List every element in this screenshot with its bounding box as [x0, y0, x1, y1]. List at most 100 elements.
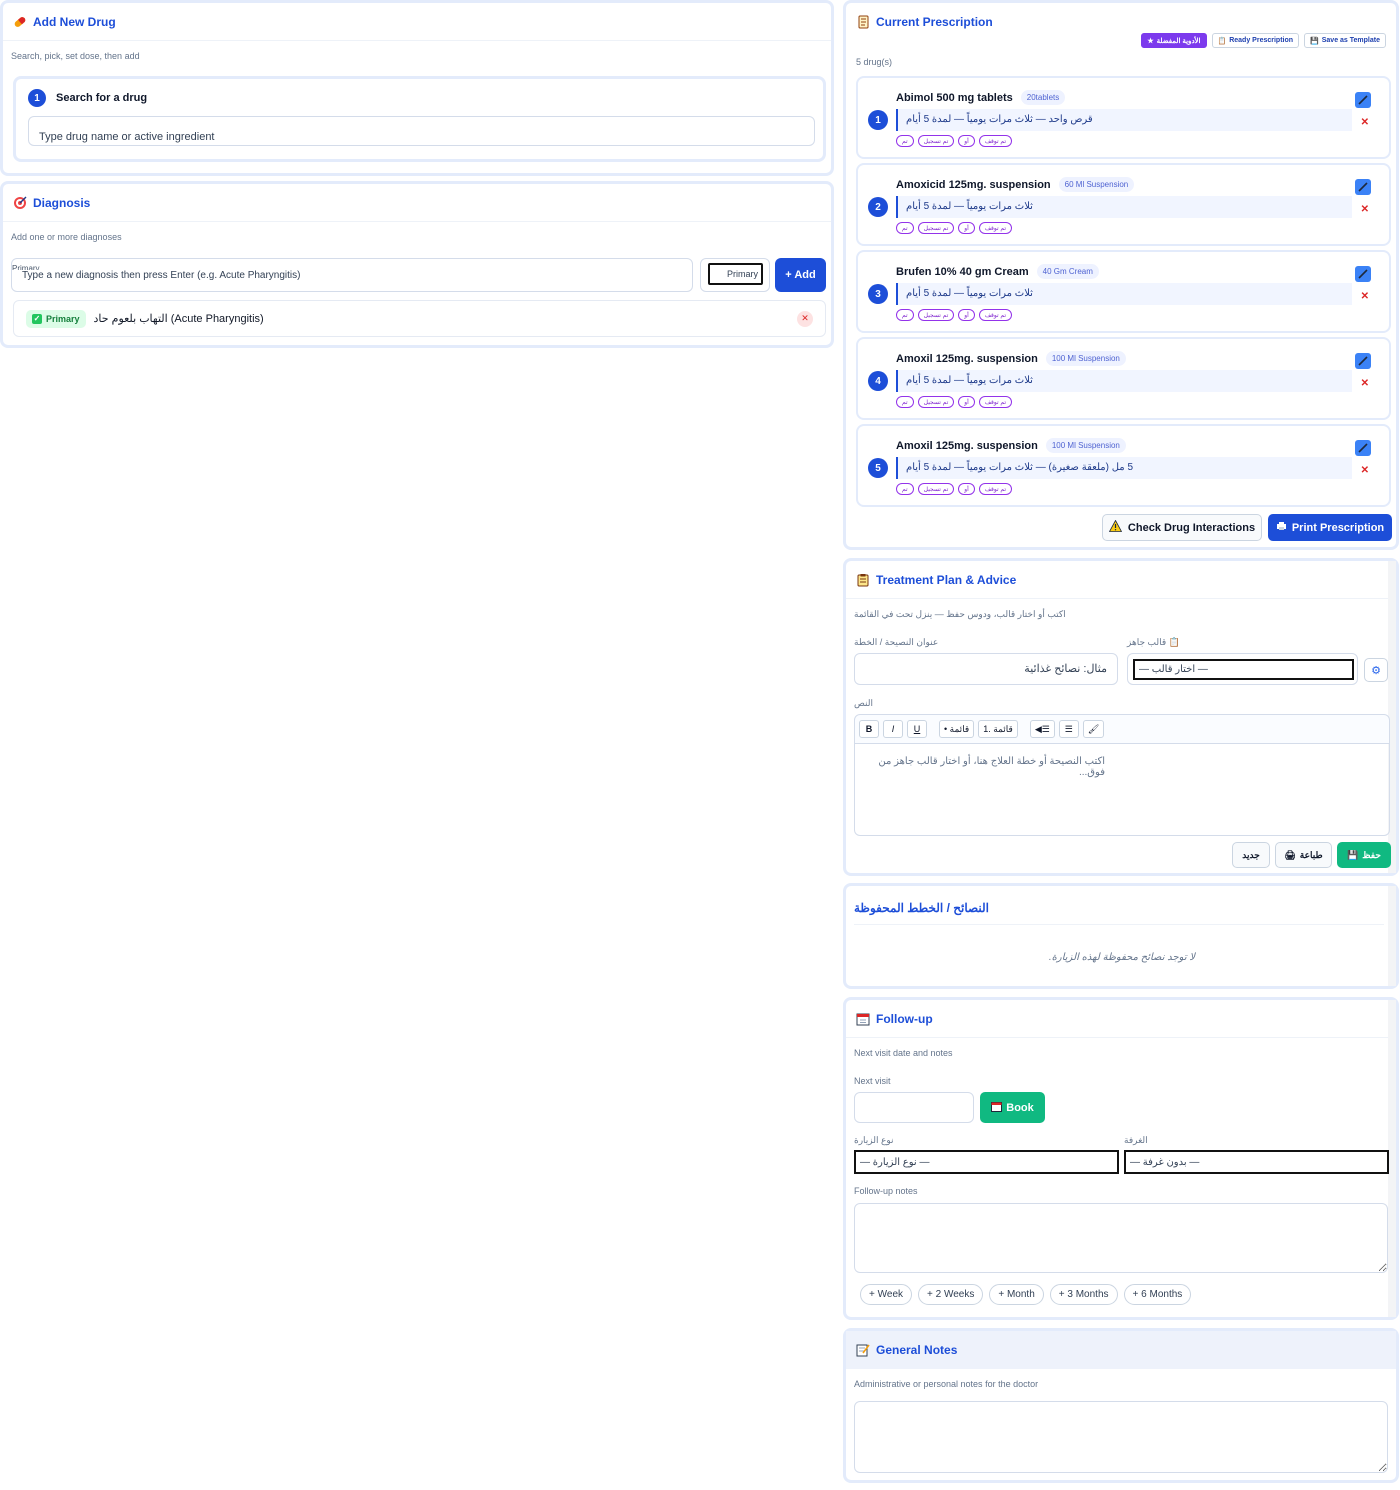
- clipboard-icon: 📋: [1217, 37, 1227, 45]
- remove-diagnosis-icon[interactable]: ✕: [797, 310, 813, 327]
- drug-package: 40 Gm Cream: [1036, 264, 1099, 279]
- add-6-months-button[interactable]: + 6 Months: [1123, 1284, 1192, 1305]
- general-notes-input[interactable]: [854, 1401, 1388, 1473]
- prescription-title: Current Prescription: [876, 15, 993, 29]
- timing-tag[interactable]: تم توقف: [978, 396, 1013, 408]
- template-select-value[interactable]: — اختار قالب —: [1133, 659, 1354, 680]
- diagnosis-card: Diagnosis Add one or more diagnoses Prim…: [0, 181, 834, 348]
- drug-item: 5 Amoxil 125mg. suspension 100 Ml Suspens…: [856, 424, 1391, 507]
- print-prescription-button[interactable]: Print Prescription: [1268, 514, 1392, 541]
- timing-tag[interactable]: أو: [958, 483, 975, 495]
- gear-icon[interactable]: ⚙: [1364, 658, 1388, 682]
- timing-tag[interactable]: أو: [958, 396, 975, 408]
- delete-drug-icon[interactable]: ✕: [1361, 291, 1369, 302]
- delete-drug-icon[interactable]: ✕: [1361, 465, 1369, 476]
- primary-badge: ✓ Primary: [26, 309, 86, 328]
- scrollbar[interactable]: [1388, 1000, 1396, 1317]
- memo-icon: [856, 1343, 870, 1357]
- rtl-align-button[interactable]: ◀☰: [1029, 720, 1055, 738]
- advice-title-input[interactable]: [854, 653, 1118, 685]
- drug-package: 100 Ml Suspension: [1045, 438, 1126, 453]
- add-month-button[interactable]: + Month: [989, 1284, 1044, 1305]
- save-advice-button[interactable]: 💾 حفظ: [1337, 842, 1391, 868]
- general-notes-header: General Notes: [846, 1331, 1396, 1369]
- italic-button[interactable]: I: [883, 720, 903, 738]
- diagnosis-ghost-label: Primary: [12, 264, 80, 270]
- bullet-list-button[interactable]: • قائمة: [939, 720, 975, 738]
- timing-tag[interactable]: تم تسجيل: [917, 309, 955, 321]
- timing-tag[interactable]: أو: [958, 222, 975, 234]
- next-visit-date-input[interactable]: [854, 1092, 974, 1123]
- diagnosis-input[interactable]: [11, 258, 693, 292]
- add-drug-card: Add New Drug Search, pick, set dose, the…: [0, 0, 834, 176]
- timing-tag[interactable]: تم تسجيل: [917, 483, 955, 495]
- timing-tag[interactable]: تم: [896, 309, 914, 321]
- add-drug-header: Add New Drug: [3, 3, 831, 41]
- advice-editor[interactable]: اكتب النصيحة أو خطة العلاج هنا، أو اختار…: [854, 744, 1390, 836]
- scroll-icon: [856, 15, 870, 29]
- timing-tag[interactable]: تم: [896, 396, 914, 408]
- edit-drug-icon[interactable]: [1355, 179, 1371, 195]
- timing-tag[interactable]: تم توقف: [978, 483, 1013, 495]
- numbered-list-button[interactable]: 1. قائمة: [978, 720, 1018, 738]
- check-interactions-button[interactable]: Check Drug Interactions: [1102, 514, 1262, 541]
- timing-tag[interactable]: تم: [896, 483, 914, 495]
- add-week-button[interactable]: + Week: [860, 1284, 912, 1305]
- add-diagnosis-button[interactable]: + Add: [775, 258, 826, 292]
- general-notes-title: General Notes: [876, 1343, 958, 1357]
- diagnosis-type-value[interactable]: Primary: [708, 263, 763, 285]
- edit-drug-icon[interactable]: [1355, 266, 1371, 282]
- drug-search-input[interactable]: [28, 116, 815, 146]
- ready-prescription-label: Ready Prescription: [1229, 37, 1294, 44]
- scrollbar[interactable]: [1388, 886, 1396, 986]
- delete-drug-icon[interactable]: ✕: [1361, 204, 1369, 215]
- drug-search-step: 1 Search for a drug: [13, 76, 826, 162]
- delete-drug-icon[interactable]: ✕: [1361, 117, 1369, 128]
- prescription-actions: ★ الأدوية المفضلة 📋 Ready Prescription 💾 Sa…: [1141, 33, 1386, 48]
- edit-drug-icon[interactable]: [1355, 353, 1371, 369]
- drug-dose-text: ثلاث مرات يومياً — لمدة 5 أيام: [906, 201, 1033, 212]
- underline-button[interactable]: U: [907, 720, 927, 738]
- timing-tag[interactable]: تم توقف: [978, 222, 1013, 234]
- saved-advice-empty: لا توجد نصائح محفوظة لهذه الزيارة.: [1048, 952, 1196, 963]
- diagnosis-text: التهاب بلعوم حاد (Acute Pharyngitis): [93, 313, 264, 325]
- template-label: 📋 قالب جاهز: [1127, 637, 1180, 647]
- timing-tag[interactable]: تم تسجيل: [917, 135, 955, 147]
- clear-format-button[interactable]: 🖌: [1082, 720, 1105, 738]
- new-advice-button[interactable]: جديد: [1232, 842, 1270, 868]
- align-button[interactable]: ☰: [1058, 720, 1079, 738]
- template-select[interactable]: — اختار قالب —: [1127, 653, 1358, 685]
- edit-drug-icon[interactable]: [1355, 440, 1371, 456]
- timing-tag[interactable]: تم: [896, 222, 914, 234]
- book-button[interactable]: Book: [980, 1092, 1045, 1123]
- timing-tag[interactable]: أو: [958, 135, 975, 147]
- add-2-weeks-button[interactable]: + 2 Weeks: [918, 1284, 984, 1305]
- add-3-months-button[interactable]: + 3 Months: [1049, 1284, 1118, 1305]
- save-template-button[interactable]: 💾 Save as Template: [1304, 33, 1386, 48]
- timing-tag[interactable]: أو: [958, 309, 975, 321]
- next-visit-label: Next visit: [854, 1076, 891, 1086]
- followup-notes-label: Follow-up notes: [854, 1186, 918, 1196]
- drug-item: 2 Amoxicid 125mg. suspension 60 Ml Suspen…: [856, 163, 1391, 246]
- timing-tag[interactable]: تم تسجيل: [917, 222, 955, 234]
- timing-tag[interactable]: تم: [896, 135, 914, 147]
- print-advice-button[interactable]: 🖨 طباعة: [1275, 842, 1332, 868]
- ready-prescription-button[interactable]: 📋 Ready Prescription: [1211, 33, 1300, 48]
- drug-package: 60 Ml Suspension: [1058, 177, 1135, 192]
- timing-tag[interactable]: تم تسجيل: [917, 396, 955, 408]
- favorites-label: الأدوية المفضلة: [1156, 37, 1201, 45]
- primary-badge-label: Primary: [46, 313, 80, 324]
- drug-number: 4: [868, 371, 888, 391]
- room-select[interactable]: — بدون غرفة —: [1124, 1150, 1389, 1174]
- bold-button[interactable]: B: [859, 720, 879, 738]
- delete-drug-icon[interactable]: ✕: [1361, 378, 1369, 389]
- followup-notes-input[interactable]: [854, 1203, 1388, 1273]
- drug-number: 2: [868, 197, 888, 217]
- favorites-button[interactable]: ★ الأدوية المفضلة: [1141, 33, 1207, 48]
- timing-tag[interactable]: تم توقف: [978, 135, 1013, 147]
- timing-tag[interactable]: تم توقف: [978, 309, 1013, 321]
- diagnosis-type-select[interactable]: Primary: [700, 258, 770, 292]
- save-icon: 💾: [1347, 849, 1359, 860]
- edit-drug-icon[interactable]: [1355, 92, 1371, 108]
- visit-type-select[interactable]: — نوع الزيارة —: [854, 1150, 1119, 1174]
